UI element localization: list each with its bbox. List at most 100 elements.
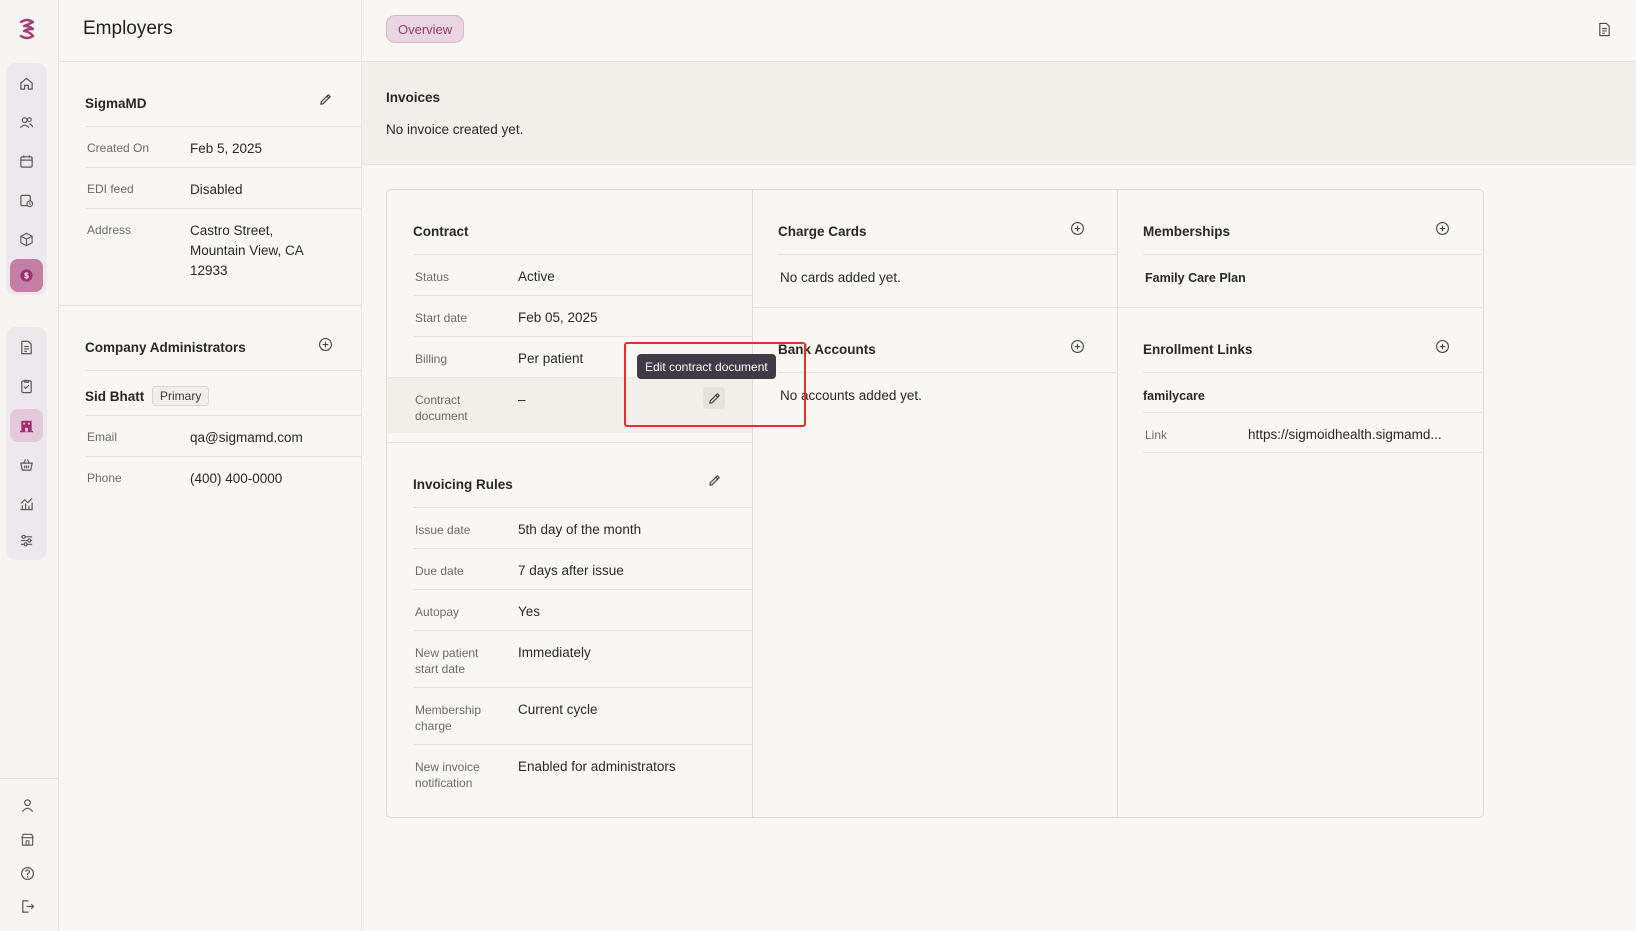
contract-document-value: – <box>518 392 526 407</box>
app-logo-icon[interactable] <box>14 16 40 42</box>
tasks-icon <box>20 194 34 208</box>
membership-plan-name[interactable]: Family Care Plan <box>1145 271 1246 285</box>
autopay-label: Autopay <box>415 605 460 619</box>
edi-feed-value: Disabled <box>190 182 243 197</box>
charge-cards-empty-text: No cards added yet. <box>780 270 901 285</box>
tasks-nav-button[interactable] <box>10 184 43 217</box>
help-nav-button[interactable] <box>13 859 41 887</box>
help-icon <box>20 866 34 880</box>
inventory-icon <box>20 232 33 247</box>
analytics-nav-button[interactable] <box>10 487 43 520</box>
label-line: Membership <box>415 703 482 717</box>
address-value: Castro Street, Mountain View, CA 12933 <box>190 221 304 281</box>
enrollment-link-url[interactable]: https://sigmoidhealth.sigmamd... <box>1248 425 1442 445</box>
plus-circle-icon <box>1435 339 1449 353</box>
edit-invoicing-rules-button[interactable] <box>703 469 725 491</box>
svg-text:$: $ <box>24 271 29 281</box>
profile-nav-button[interactable] <box>13 791 41 819</box>
home-nav-button[interactable] <box>10 67 43 100</box>
row-divider <box>778 254 1117 255</box>
reports-nav-button[interactable] <box>10 370 43 403</box>
plus-circle-icon <box>1070 221 1084 235</box>
status-label: Status <box>415 270 450 284</box>
add-enrollment-link-button[interactable] <box>1431 335 1453 357</box>
row-divider <box>1143 372 1482 373</box>
employers-nav-button[interactable] <box>10 409 43 442</box>
autopay-row: Autopay Yes <box>413 589 752 630</box>
analytics-icon <box>20 497 33 511</box>
main-content: Overview Invoices No invoice created yet… <box>362 0 1636 931</box>
invoice-notification-row: New invoice notification Enabled for adm… <box>413 744 752 801</box>
section-divider <box>59 305 362 306</box>
edi-feed-row: EDI feed Disabled <box>85 167 361 208</box>
row-divider <box>85 370 362 371</box>
label-line: document <box>415 409 468 423</box>
sliders-icon <box>20 534 33 547</box>
documents-nav-button[interactable] <box>10 331 43 364</box>
document-view-button[interactable] <box>1593 18 1615 40</box>
plus-circle-icon <box>318 337 332 351</box>
invoices-empty-text: No invoice created yet. <box>386 122 524 137</box>
add-bank-account-button[interactable] <box>1066 335 1088 357</box>
patients-icon <box>19 117 34 129</box>
document-icon <box>1598 22 1610 36</box>
billing-label: Billing <box>415 352 448 366</box>
memberships-title: Memberships <box>1143 224 1231 239</box>
pencil-icon <box>708 474 720 486</box>
invoice-notification-label: New invoice notification <box>415 759 480 791</box>
due-date-value: 7 days after issue <box>518 563 624 578</box>
profile-icon <box>21 798 33 812</box>
store-icon <box>20 459 33 471</box>
label-line: Contract <box>415 393 461 407</box>
inventory-nav-button[interactable] <box>10 223 43 256</box>
documents-icon <box>21 340 32 355</box>
edit-employer-button[interactable] <box>314 88 336 110</box>
label-line: start date <box>415 662 466 676</box>
calendar-icon <box>20 155 33 168</box>
email-label: Email <box>87 430 118 444</box>
store-nav-button[interactable] <box>10 448 43 481</box>
phone-value: (400) 400-0000 <box>190 471 283 486</box>
email-value[interactable]: qa@sigmamd.com <box>190 428 303 448</box>
due-date-label: Due date <box>415 564 464 578</box>
billing-nav-button[interactable]: $ <box>10 259 43 292</box>
label-line: charge <box>415 719 452 733</box>
contract-document-label: Contract document <box>415 392 468 424</box>
enrollment-link-row: Link https://sigmoidhealth.sigmamd... <box>1143 412 1482 453</box>
add-administrator-button[interactable] <box>314 333 336 355</box>
status-value: Active <box>518 269 555 284</box>
membership-charge-row: Membership charge Current cycle <box>413 687 752 744</box>
administrators-title: Company Administrators <box>85 340 246 355</box>
clinic-nav-button[interactable] <box>13 825 41 853</box>
billing-value: Per patient <box>518 351 584 366</box>
reports-icon <box>21 379 32 394</box>
settings-nav-button[interactable] <box>10 524 43 557</box>
calendar-nav-button[interactable] <box>10 145 43 178</box>
admin-phone-row: Phone (400) 400-0000 <box>85 456 361 497</box>
new-patient-label: New patient start date <box>415 645 478 677</box>
label-line: New patient <box>415 646 479 660</box>
autopay-value: Yes <box>518 604 541 619</box>
contract-status-row: Status Active <box>413 254 752 295</box>
edi-feed-label: EDI feed <box>87 182 134 196</box>
employers-icon <box>19 420 34 433</box>
label-line: New invoice <box>415 760 480 774</box>
tab-overview[interactable]: Overview <box>386 15 465 43</box>
add-charge-card-button[interactable] <box>1066 217 1088 239</box>
overview-card: Contract Status Active Start date Feb 05… <box>386 189 1484 818</box>
created-on-value: Feb 5, 2025 <box>190 141 263 156</box>
secondary-nav-group <box>6 327 47 560</box>
billing-icon: $ <box>20 269 33 282</box>
patients-nav-button[interactable] <box>10 106 43 139</box>
administrator-name: Sid Bhatt <box>85 389 145 404</box>
column-divider <box>1117 190 1118 817</box>
column-divider <box>752 190 753 817</box>
row-divider <box>1143 254 1482 255</box>
logout-nav-button[interactable] <box>13 892 41 920</box>
address-line: Mountain View, CA <box>190 243 304 258</box>
primary-nav-group: $ <box>6 63 47 295</box>
main-header: Overview <box>362 0 1636 62</box>
enrollment-links-title: Enrollment Links <box>1143 342 1253 357</box>
home-icon <box>20 77 33 90</box>
add-membership-button[interactable] <box>1431 217 1453 239</box>
